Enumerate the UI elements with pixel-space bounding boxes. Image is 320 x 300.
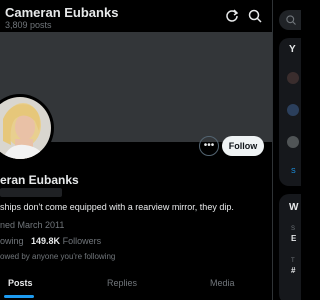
- more-options-button[interactable]: •••: [199, 136, 219, 156]
- followers-count[interactable]: 149.8K: [31, 236, 60, 246]
- profile-tabs: Posts Replies Media: [0, 272, 272, 300]
- page-title: Cameran Eubanks: [5, 5, 119, 20]
- avatar-image: [0, 97, 51, 159]
- trend-meta: S: [291, 226, 296, 232]
- post-count: 3,809 posts: [5, 20, 52, 30]
- active-tab-indicator: [4, 295, 34, 298]
- tab-replies[interactable]: Replies: [107, 278, 137, 288]
- tab-media[interactable]: Media: [210, 278, 235, 288]
- follow-button[interactable]: Follow: [222, 136, 264, 156]
- suggested-avatar[interactable]: [287, 136, 299, 148]
- followers-label[interactable]: Followers: [63, 236, 102, 246]
- show-more-link[interactable]: S: [291, 168, 296, 175]
- handle-redacted: [0, 188, 62, 197]
- trend-hashtag[interactable]: #: [291, 266, 295, 275]
- suggested-avatar[interactable]: [287, 72, 299, 84]
- sidebar-search-icon: [286, 15, 296, 25]
- join-date: ned March 2011: [0, 220, 64, 230]
- join-date-text: ned March 2011: [0, 220, 65, 230]
- tab-posts[interactable]: Posts: [8, 278, 33, 288]
- trends-heading-fragment: W: [289, 202, 299, 213]
- right-sidebar: Y S W S E T #: [272, 0, 301, 300]
- followed-by-text: owed by anyone you're following: [0, 252, 116, 261]
- main-column: Cameran Eubanks 3,809 posts ••• Follow e…: [0, 0, 272, 300]
- profile-header: Cameran Eubanks 3,809 posts: [0, 0, 272, 32]
- suggested-avatar[interactable]: [287, 104, 299, 116]
- panel-heading-fragment: Y: [289, 44, 296, 55]
- trend-title[interactable]: E: [291, 234, 296, 243]
- follow-stats: owing 149.8K Followers: [0, 236, 101, 246]
- refresh-icon[interactable]: [224, 8, 240, 24]
- bio: ships don't come equipped with a rearvie…: [0, 202, 234, 212]
- display-name: eran Eubanks: [0, 173, 79, 187]
- following-link[interactable]: owing: [0, 236, 24, 246]
- trend-meta: T: [291, 258, 295, 264]
- search-icon[interactable]: [247, 8, 263, 24]
